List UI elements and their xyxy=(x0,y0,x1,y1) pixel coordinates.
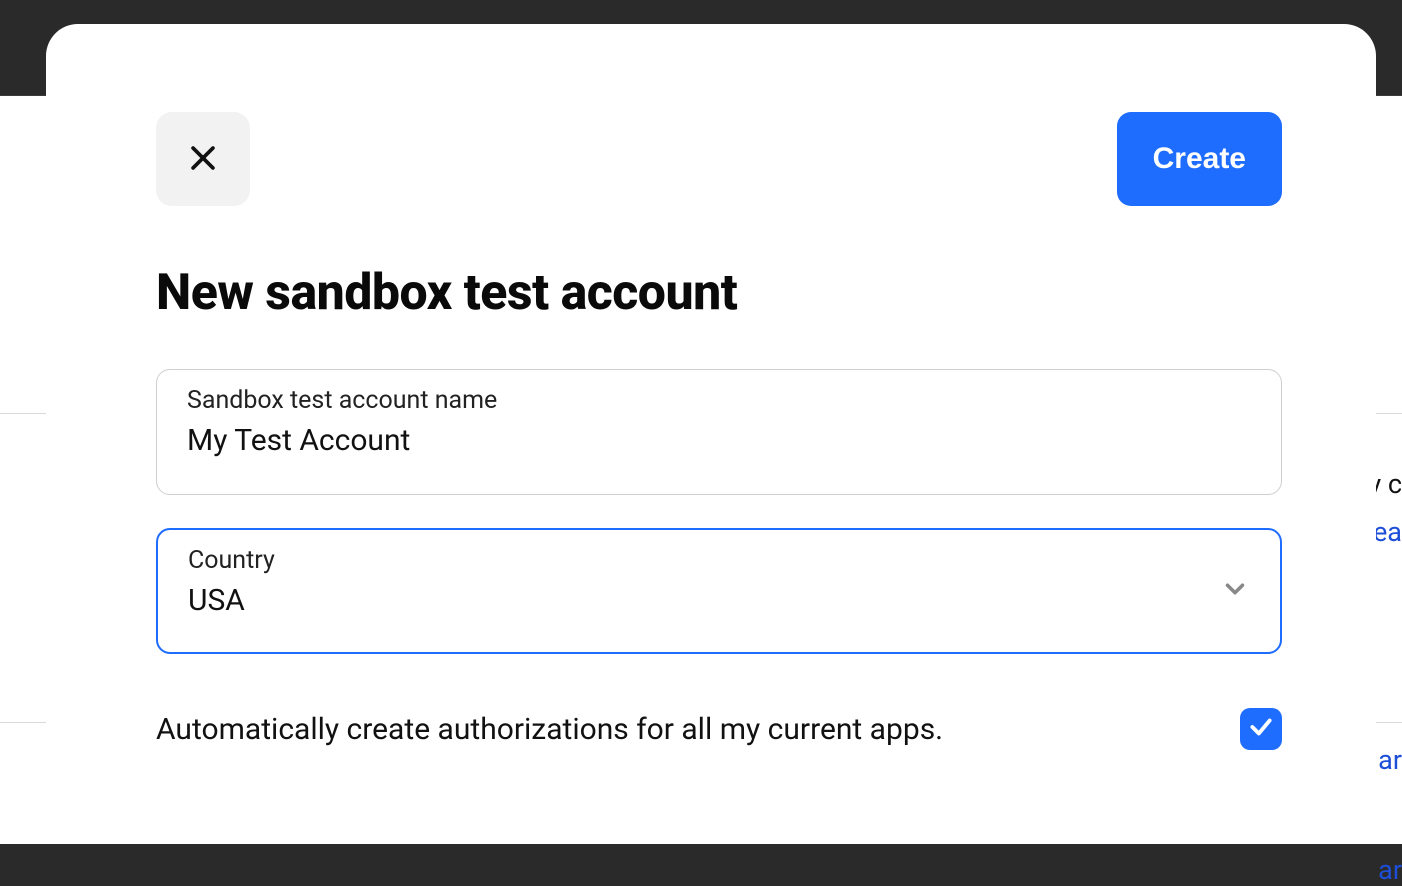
backdrop-link-fragment: ar xyxy=(1378,854,1402,886)
auto-authorize-row: Automatically create authorizations for … xyxy=(156,708,1282,750)
backdrop-link-fragment: ar xyxy=(1378,744,1402,776)
close-icon xyxy=(186,141,220,178)
account-name-field[interactable]: Sandbox test account name xyxy=(156,369,1282,495)
account-name-label: Sandbox test account name xyxy=(187,386,1251,415)
account-name-input[interactable] xyxy=(187,423,1251,458)
modal-title: New sandbox test account xyxy=(156,264,737,322)
create-button[interactable]: Create xyxy=(1117,112,1282,206)
check-icon xyxy=(1248,714,1274,744)
create-button-label: Create xyxy=(1153,142,1246,176)
chevron-down-icon xyxy=(1220,574,1250,608)
country-select[interactable]: Country USA xyxy=(156,528,1282,654)
country-value: USA xyxy=(188,583,1250,618)
auto-authorize-label: Automatically create authorizations for … xyxy=(156,712,943,747)
country-label: Country xyxy=(188,546,1250,575)
close-button[interactable] xyxy=(156,112,250,206)
auto-authorize-checkbox[interactable] xyxy=(1240,708,1282,750)
new-sandbox-account-modal: Create New sandbox test account Sandbox … xyxy=(46,24,1376,814)
